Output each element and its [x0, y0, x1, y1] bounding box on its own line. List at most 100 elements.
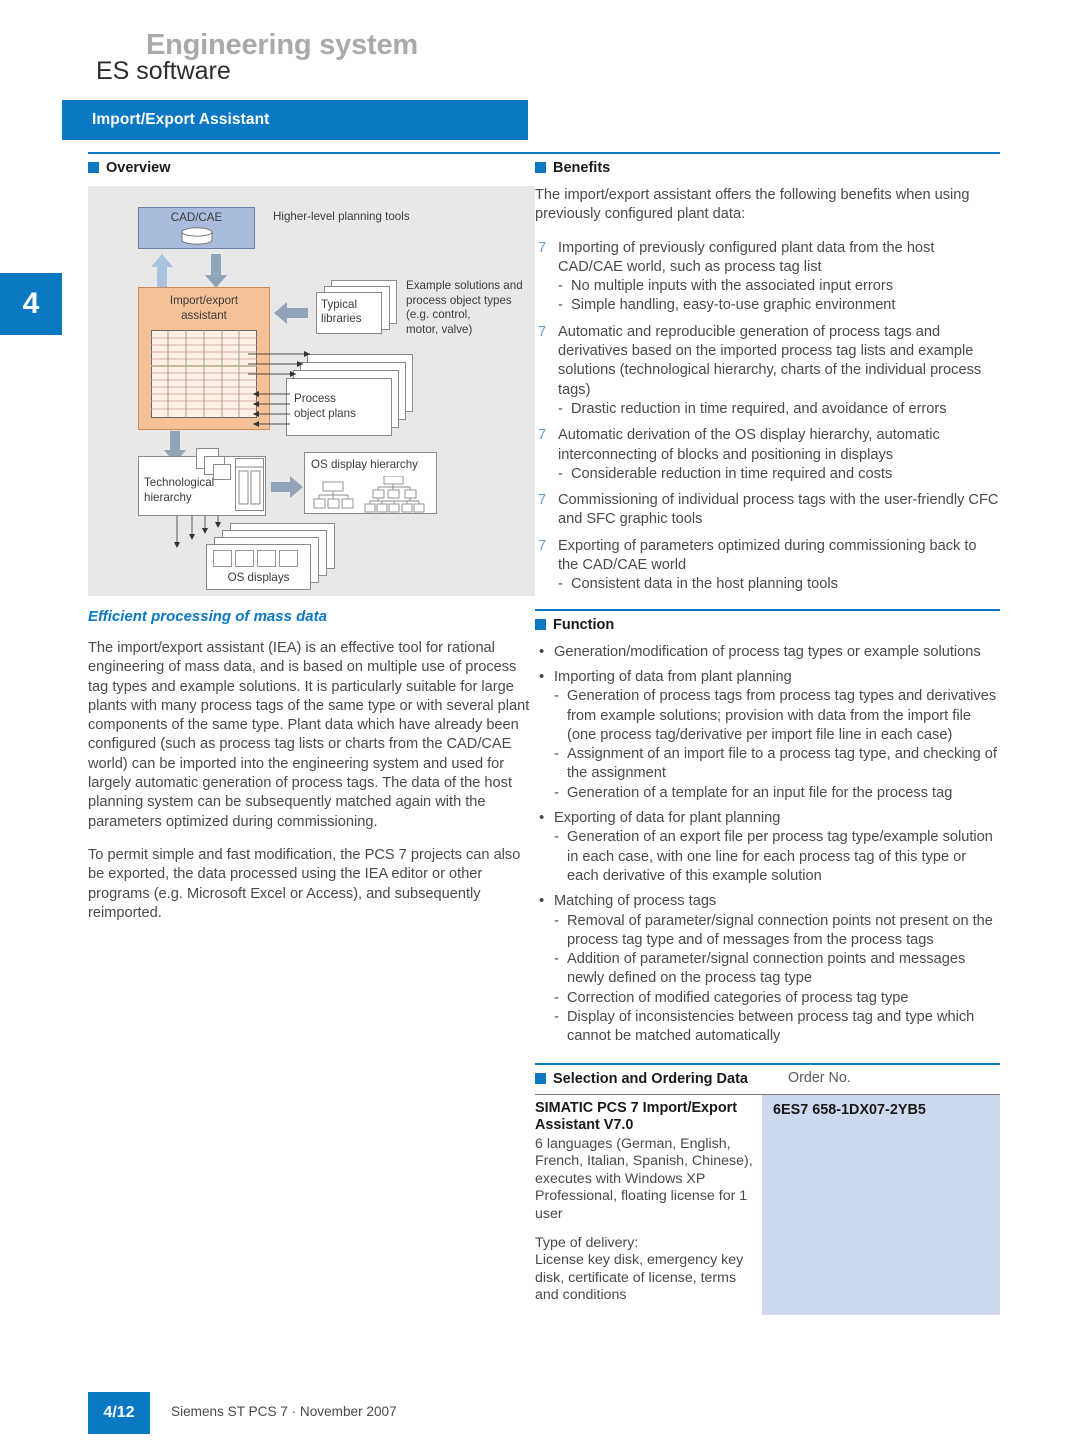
os-display-thumbnails-icon [213, 550, 298, 567]
list-item-text: Importing of data from plant planning [554, 668, 792, 685]
list-bullet-icon: • [539, 642, 545, 660]
section-rule [88, 152, 535, 154]
hierarchy-tree-icon [313, 476, 425, 513]
dash-bullet-icon: - [554, 912, 559, 929]
sub-list: - Generation of process tags from process… [554, 687, 1000, 803]
order-no-header: Order No. [788, 1069, 851, 1086]
section-header-overview: Overview [88, 152, 535, 177]
list-item-text: Importing of previously configured plant… [558, 239, 935, 275]
cad-cae-label: CAD/CAE [170, 211, 223, 224]
order-number: 6ES7 658-1DX07-2YB5 [773, 1101, 926, 1118]
section-header-function: Function [535, 608, 1000, 634]
sub-list-item: - Removal of parameter/signal connection … [554, 912, 1000, 951]
sub-list-item-text: Assignment of an import file to a proces… [567, 746, 997, 782]
arrow-left-icon [274, 302, 308, 324]
dash-bullet-icon: - [554, 829, 559, 846]
list-bullet-icon: 7 [538, 323, 547, 340]
sub-list-item-text: Removal of parameter/signal connection p… [567, 912, 993, 948]
page-title-bar: Import/Export Assistant [62, 100, 528, 140]
dash-bullet-icon: - [554, 688, 559, 705]
ordering-table: SIMATIC PCS 7 Import/Export Assistant V7… [535, 1094, 1000, 1315]
section-label: Selection and Ordering Data [553, 1070, 748, 1087]
section-label: Function [553, 616, 615, 633]
ordering-section: Selection and Ordering Data Order No. SI… [535, 1062, 1000, 1315]
list-item-text: Exporting of data for plant planning [554, 810, 781, 827]
left-column: Overview CAD/CAE Higher-level planning t… [88, 152, 535, 937]
section-header-benefits: Benefits [535, 152, 1000, 177]
overview-diagram-container: CAD/CAE Higher-level planning tools Impo… [88, 186, 535, 596]
list-item-text: Automatic derivation of the OS display h… [558, 427, 940, 463]
sub-list-item: - Generation of a template for an input f… [554, 784, 1000, 803]
list-bullet-icon: • [539, 809, 545, 827]
typical-libraries-label: Typical libraries [321, 298, 362, 325]
list-item: 7 Importing of previously configured plan… [535, 239, 1000, 316]
section-header-ordering: Selection and Ordering Data Order No. [535, 1062, 1000, 1088]
list-bullet-icon: 7 [538, 537, 547, 554]
dash-bullet-icon: - [558, 400, 563, 417]
panel-window-icon [235, 458, 264, 511]
list-item-text: Matching of process tags [554, 893, 717, 910]
sub-list-item-text: Generation of an export file per process… [567, 829, 993, 884]
arrow-up-icon [151, 254, 173, 288]
sub-list: - Considerable reduction in time required… [558, 465, 1000, 484]
section-rule [535, 608, 1000, 611]
section-rule [535, 152, 1000, 154]
section-label: Overview [106, 160, 171, 176]
ordering-orderno-cell: 6ES7 658-1DX07-2YB5 [762, 1094, 1000, 1315]
example-solutions-label: Example solutions and process object typ… [406, 279, 523, 336]
overview-diagram: CAD/CAE Higher-level planning tools Impo… [88, 186, 535, 596]
dash-bullet-icon: - [558, 278, 563, 295]
sub-list: - Generation of an export file per proces… [554, 828, 1000, 886]
os-displays-label: OS displays [227, 571, 290, 584]
overview-paragraph-2: To permit simple and fast modification, … [88, 846, 521, 921]
sub-list-item-text: Display of inconsistencies between proce… [567, 1008, 975, 1045]
overview-paragraph-1: The import/export assistant (IEA) is an … [88, 640, 530, 830]
sub-list-item-text: Consistent data in the host planning too… [571, 576, 838, 593]
sub-list-item: - Consistent data in the host planning to… [558, 575, 1000, 594]
list-item: • Exporting of data for plant planning - Ge… [535, 809, 1000, 886]
spreadsheet-grid-icon [151, 330, 257, 418]
sub-list-item: - Simple handling, easy-to-use graphic en… [558, 296, 1000, 315]
section-marker-square [535, 618, 546, 630]
section-label: Benefits [553, 160, 611, 176]
right-column: Benefits The import/export assistant off… [535, 152, 1000, 1315]
arrow-right-icon [271, 476, 303, 498]
list-bullet-icon: 7 [538, 427, 547, 444]
sub-list-item-text: Generation of process tags from process … [567, 688, 997, 743]
list-bullet-icon: • [539, 892, 545, 910]
list-item-text: Generation/modification of process tag t… [554, 643, 981, 660]
dash-bullet-icon: - [558, 465, 563, 482]
arrow-down-icon [205, 254, 227, 288]
sub-list-item: - Addition of parameter/signal connection… [554, 950, 1000, 989]
page-subtitle: ES software [96, 57, 231, 85]
footer-text: Siemens ST PCS 7 · November 2007 [171, 1404, 397, 1419]
list-item: 7 Automatic and reproducible generation o… [535, 323, 1000, 419]
dash-bullet-icon: - [554, 1008, 559, 1025]
os-display-hierarchy-label: OS display hierarchy [311, 458, 418, 471]
section-marker-square [535, 162, 546, 173]
product-description: 6 languages (German, English, French, It… [535, 1135, 753, 1222]
sub-list-item-text: Correction of modified categories of pro… [567, 989, 909, 1006]
sub-list-item-text: Addition of parameter/signal connection … [567, 951, 966, 987]
sub-list-item-text: Drastic reduction in time required, and … [571, 400, 947, 417]
benefits-list: 7 Importing of previously configured plan… [535, 239, 1000, 595]
page-footer: 4/12 Siemens ST PCS 7 · November 2007 [88, 1392, 1000, 1434]
list-item: 7 Commissioning of individual process tag… [535, 491, 1000, 530]
sub-list-item: - No multiple inputs with the associated … [558, 277, 1000, 296]
section-marker-square [88, 162, 99, 173]
sub-list-item: - Generation of an export file per proces… [554, 828, 1000, 886]
sub-list-item: - Considerable reduction in time required… [558, 465, 1000, 484]
list-item: • Matching of process tags - Removal of par… [535, 892, 1000, 1046]
sub-list-item: - Correction of modified categories of pr… [554, 989, 1000, 1008]
import-export-assistant-label: Import/export assistant [169, 294, 239, 322]
sub-list-item: - Assignment of an import file to a proce… [554, 745, 1000, 784]
page-title: Import/Export Assistant [92, 111, 270, 128]
sub-list-item-text: No multiple inputs with the associated i… [571, 278, 894, 295]
section-marker-square [535, 1072, 546, 1084]
higher-level-planning-tools-label: Higher-level planning tools [273, 210, 410, 223]
dash-bullet-icon: - [558, 576, 563, 593]
sub-list-item: - Generation of process tags from process… [554, 687, 1000, 745]
product-title: SIMATIC PCS 7 Import/Export Assistant V7… [535, 1099, 738, 1134]
sub-list-item-text: Simple handling, easy-to-use graphic env… [571, 297, 896, 314]
list-item: • Importing of data from plant planning - G… [535, 668, 1000, 803]
